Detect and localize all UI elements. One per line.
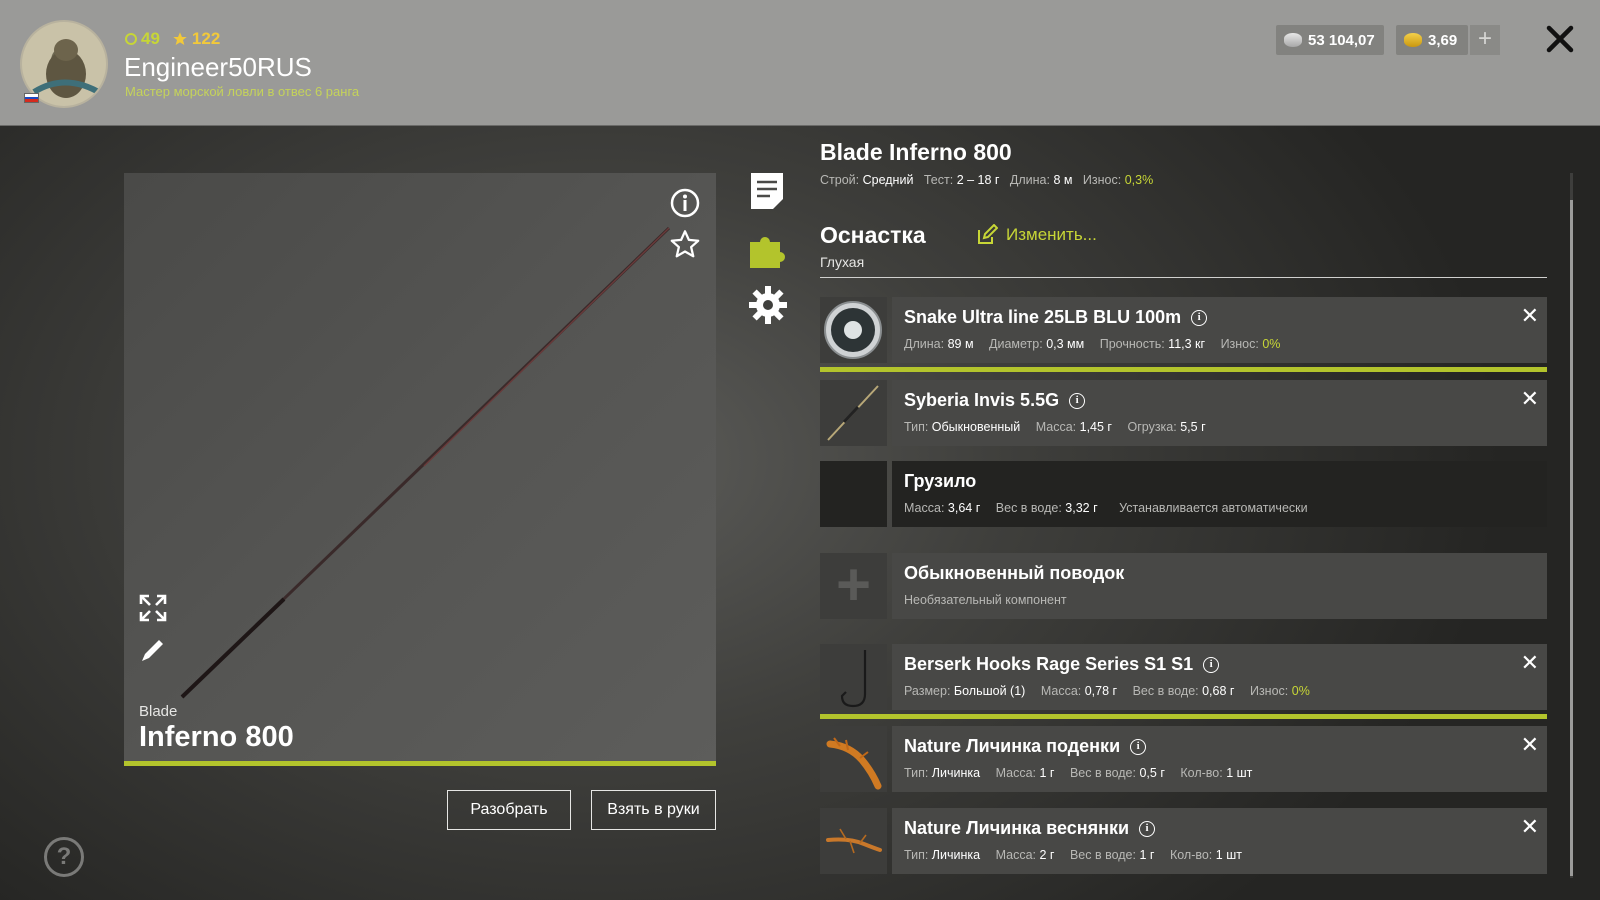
float-image xyxy=(820,380,887,446)
component-meta: Тип: Личинка Масса: 2 г Вес в воде: 1 г … xyxy=(904,848,1242,862)
silver-coin-icon xyxy=(1284,33,1302,47)
rank-title: Мастер морской ловли в отвес 6 ранга xyxy=(125,84,360,99)
rod-model: Inferno 800 xyxy=(139,721,294,753)
component-bait-1[interactable]: Nature Личинка поденки i Тип: Личинка Ма… xyxy=(820,726,1547,792)
username: Engineer50RUS xyxy=(124,52,312,82)
bait-image xyxy=(820,808,887,874)
info-icon[interactable]: i xyxy=(1069,392,1086,409)
component-body[interactable]: Syberia Invis 5.5G i Тип: Обыкновенный М… xyxy=(892,380,1547,446)
hook-image xyxy=(820,644,887,710)
component-body[interactable]: Nature Личинка веснянки i Тип: Личинка М… xyxy=(892,808,1547,874)
info-icon[interactable] xyxy=(669,187,701,219)
sinker-image xyxy=(820,461,887,527)
component-body[interactable]: Грузило Масса: 3,64 г Вес в воде: 3,32 г… xyxy=(892,461,1547,527)
star-rank-icon xyxy=(173,32,187,45)
component-sinker[interactable]: Грузило Масса: 3,64 г Вес в воде: 3,32 г… xyxy=(820,461,1547,527)
component-status-bar xyxy=(820,367,1547,372)
gold-coin-icon xyxy=(1404,33,1422,47)
take-in-hands-button[interactable]: Взять в руки xyxy=(591,790,716,830)
pencil-icon[interactable] xyxy=(138,635,168,665)
gold-value: 3,69 xyxy=(1428,31,1458,49)
gear-icon[interactable] xyxy=(748,285,788,325)
component-leader-empty[interactable]: + Обыкновенный поводок Необязательный ко… xyxy=(820,553,1547,619)
component-meta: Масса: 3,64 г Вес в воде: 3,32 г Устанав… xyxy=(904,501,1308,515)
level-icon xyxy=(125,33,137,45)
remove-component-button[interactable]: ✕ xyxy=(1521,305,1539,327)
level-indicator: 49 xyxy=(125,29,160,49)
edit-tackle-button[interactable]: Изменить... xyxy=(976,224,1097,246)
component-name: Nature Личинка поденки i xyxy=(904,736,1147,757)
gold-balance: 3,69 xyxy=(1396,25,1468,55)
component-body[interactable]: Snake Ultra line 25LB BLU 100m i Длина: … xyxy=(892,297,1547,363)
component-meta: Тип: Обыкновенный Масса: 1,45 г Огрузка:… xyxy=(904,420,1206,434)
rod-image xyxy=(180,226,671,699)
star-icon[interactable] xyxy=(669,228,701,260)
rod-specs: Строй: Средний Тест: 2 – 18 г Длина: 8 м… xyxy=(820,173,1154,187)
component-name: Обыкновенный поводок xyxy=(904,563,1125,583)
info-icon[interactable]: i xyxy=(1191,309,1208,326)
component-meta: Тип: Личинка Масса: 1 г Вес в воде: 0,5 … xyxy=(904,766,1253,780)
disassemble-button[interactable]: Разобрать xyxy=(447,790,571,830)
component-meta: Необязательный компонент xyxy=(904,593,1067,607)
edit-icon xyxy=(978,224,998,244)
component-name: Berserk Hooks Rage Series S1 S1 i xyxy=(904,654,1220,675)
silver-value: 53 104,07 xyxy=(1308,31,1375,49)
tackle-title: Оснастка xyxy=(820,222,926,248)
component-name: Грузило xyxy=(904,471,977,491)
edit-label: Изменить... xyxy=(1006,225,1097,244)
component-name: Snake Ultra line 25LB BLU 100m i xyxy=(904,307,1208,328)
line-spool-image xyxy=(820,297,887,363)
component-meta: Размер: Большой (1) Масса: 0,78 г Вес в … xyxy=(904,684,1310,698)
bait-image xyxy=(820,726,887,792)
rod-selected-bar xyxy=(124,761,716,766)
document-icon[interactable] xyxy=(748,170,786,212)
country-flag-icon xyxy=(24,93,39,103)
expand-icon[interactable] xyxy=(138,593,168,623)
remove-component-button[interactable]: ✕ xyxy=(1521,388,1539,410)
info-icon[interactable]: i xyxy=(1203,656,1220,673)
component-line[interactable]: Snake Ultra line 25LB BLU 100m i Длина: … xyxy=(820,297,1547,372)
divider xyxy=(820,277,1547,278)
tackle-type: Глухая xyxy=(820,254,865,270)
component-meta: Длина: 89 м Диаметр: 0,3 мм Прочность: 1… xyxy=(904,337,1281,351)
add-component-icon[interactable]: + xyxy=(820,553,887,619)
component-body[interactable]: Berserk Hooks Rage Series S1 S1 i Размер… xyxy=(892,644,1547,710)
component-name: Nature Личинка веснянки i xyxy=(904,818,1156,839)
rank-points-value: 122 xyxy=(191,29,221,48)
remove-component-button[interactable]: ✕ xyxy=(1521,652,1539,674)
close-icon[interactable] xyxy=(1543,22,1577,56)
component-status-bar xyxy=(820,714,1547,719)
remove-component-button[interactable]: ✕ xyxy=(1521,734,1539,756)
rank-points: 122 xyxy=(172,29,220,49)
component-name: Syberia Invis 5.5G i xyxy=(904,390,1086,411)
component-bait-2[interactable]: Nature Личинка веснянки i Тип: Личинка М… xyxy=(820,808,1547,874)
remove-component-button[interactable]: ✕ xyxy=(1521,816,1539,838)
info-icon[interactable]: i xyxy=(1139,820,1156,837)
component-body[interactable]: Обыкновенный поводок Необязательный комп… xyxy=(892,553,1547,619)
component-body[interactable]: Nature Личинка поденки i Тип: Личинка Ма… xyxy=(892,726,1547,792)
profile-header: 49 122 Engineer50RUS Мастер морской ловл… xyxy=(0,0,1600,126)
rod-preview-panel[interactable]: Blade Inferno 800 xyxy=(124,173,716,766)
scrollbar-thumb[interactable] xyxy=(1570,200,1573,876)
help-button[interactable]: ? xyxy=(44,837,84,877)
buy-currency-button[interactable]: + xyxy=(1470,25,1500,55)
level-value: 49 xyxy=(141,29,160,48)
rod-brand: Blade xyxy=(139,703,178,720)
rod-title: Blade Inferno 800 xyxy=(820,139,1012,165)
player-stats: 49 122 xyxy=(125,29,220,49)
silver-balance: 53 104,07 xyxy=(1276,25,1384,55)
info-icon[interactable]: i xyxy=(1130,738,1147,755)
puzzle-icon[interactable] xyxy=(748,228,790,270)
component-hook[interactable]: Berserk Hooks Rage Series S1 S1 i Размер… xyxy=(820,644,1547,719)
component-float[interactable]: Syberia Invis 5.5G i Тип: Обыкновенный М… xyxy=(820,380,1547,446)
